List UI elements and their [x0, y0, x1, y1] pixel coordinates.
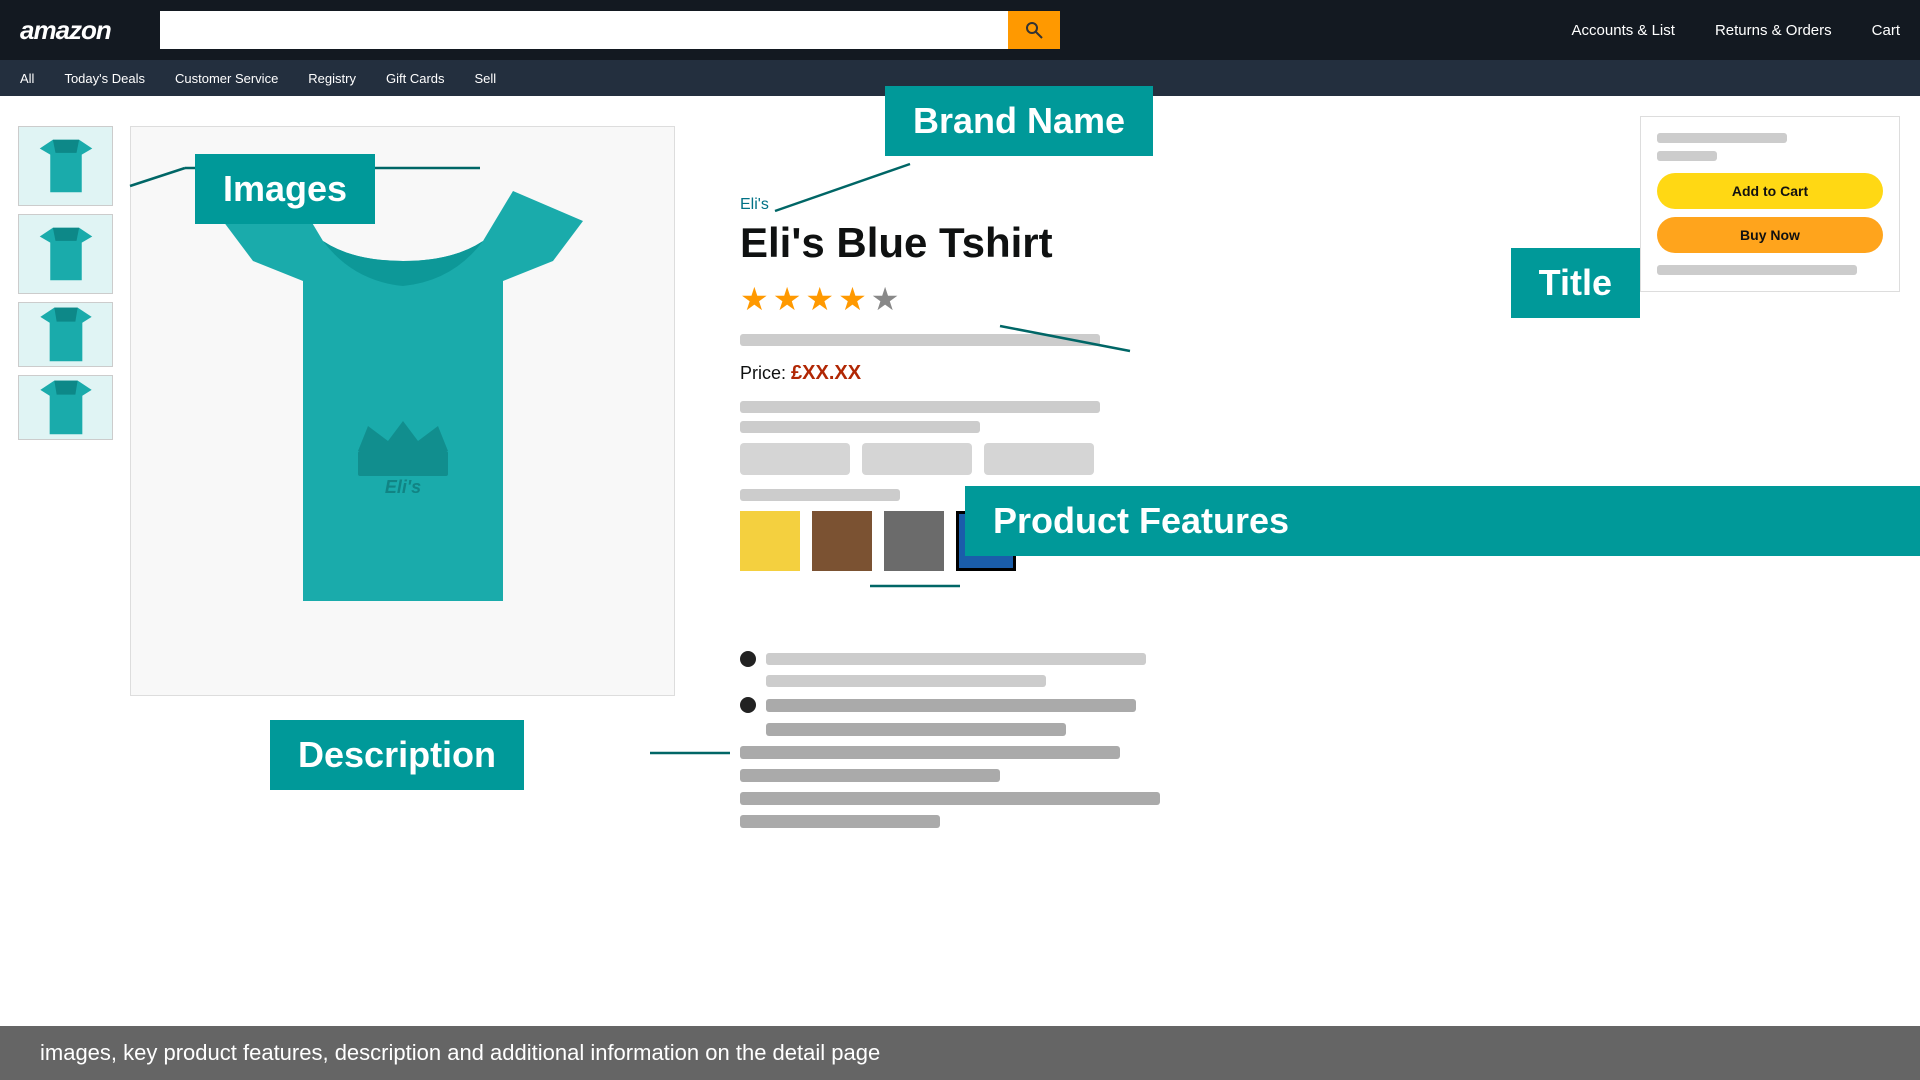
- cart-bar-3: [1657, 265, 1857, 275]
- star-4: ★: [838, 280, 867, 318]
- desc-bar-2: [766, 723, 1066, 736]
- images-label: Images: [195, 154, 375, 224]
- star-1: ★: [740, 280, 769, 318]
- desc-bar-3: [740, 746, 1120, 759]
- product-features-annotation: Product Features: [965, 486, 1920, 556]
- subnav-registry[interactable]: Registry: [308, 71, 356, 86]
- thumbnail-3[interactable]: [18, 302, 113, 367]
- cart-bar-2: [1657, 151, 1717, 161]
- subnav-sell[interactable]: Sell: [475, 71, 497, 86]
- caption-bar: images, key product features, descriptio…: [0, 1026, 1920, 1080]
- feature-bar-1: [766, 653, 1146, 665]
- tshirt-svg: Eli's: [193, 181, 613, 641]
- desc-bar-5: [740, 792, 1160, 805]
- buy-now-button[interactable]: Buy Now: [1657, 217, 1883, 253]
- feature-bar-2: [766, 675, 1046, 687]
- price-label: Price:: [740, 363, 786, 383]
- star-3: ★: [805, 280, 834, 318]
- feature-lines: [740, 651, 1890, 687]
- search-button[interactable]: [1008, 11, 1060, 49]
- header-nav: Accounts & List Returns & Orders Cart: [1572, 22, 1900, 39]
- desc-bar-6: [740, 815, 940, 828]
- accounts-list-nav[interactable]: Accounts & List: [1572, 22, 1675, 39]
- cart-box: Add to Cart Buy Now: [1640, 116, 1900, 292]
- title-annotation: Title: [1511, 248, 1640, 318]
- svg-text:Eli's: Eli's: [384, 477, 420, 497]
- search-input[interactable]: [160, 11, 1008, 49]
- caption-text: images, key product features, descriptio…: [40, 1040, 880, 1065]
- thumbnail-2[interactable]: [18, 214, 113, 294]
- color-label-bar: [740, 489, 900, 501]
- subnav-all[interactable]: All: [20, 71, 34, 86]
- desc-bar-4: [740, 769, 1000, 782]
- subnav-customer-service[interactable]: Customer Service: [175, 71, 278, 86]
- size-btn-2[interactable]: [862, 443, 972, 475]
- thumbnail-4[interactable]: [18, 375, 113, 440]
- detail-bar-1: [740, 401, 1100, 413]
- add-to-cart-button[interactable]: Add to Cart: [1657, 173, 1883, 209]
- size-btn-3[interactable]: [984, 443, 1094, 475]
- description-label: Description: [270, 720, 524, 790]
- color-swatch-gray[interactable]: [884, 511, 944, 571]
- thumbnail-1[interactable]: [18, 126, 113, 206]
- subnav-deals[interactable]: Today's Deals: [64, 71, 145, 86]
- returns-orders-nav[interactable]: Returns & Orders: [1715, 22, 1832, 39]
- size-btn-1[interactable]: [740, 443, 850, 475]
- brand-name-annotation: Brand Name: [885, 86, 1153, 156]
- size-buttons: [740, 443, 1890, 475]
- description-section: [740, 697, 1890, 828]
- left-panel: Images: [0, 96, 720, 1080]
- bullet-1: [740, 651, 756, 667]
- desc-line-1: [740, 697, 1890, 713]
- color-swatch-brown[interactable]: [812, 511, 872, 571]
- right-panel: Brand Name Eli's Eli's Blue Tshirt ★ ★ ★…: [720, 96, 1920, 1080]
- divider-bar-1: [740, 334, 1100, 346]
- cart-nav[interactable]: Cart: [1872, 22, 1900, 39]
- price-row: Price: £XX.XX: [740, 362, 1890, 385]
- main-content: Images: [0, 96, 1920, 1080]
- detail-bar-2: [740, 421, 980, 433]
- bullet-2: [740, 697, 756, 713]
- color-swatch-yellow[interactable]: [740, 511, 800, 571]
- star-5: ★: [871, 280, 900, 318]
- price-value: £XX.XX: [791, 362, 861, 384]
- feature-line-2: [740, 675, 1890, 687]
- cart-bar-1: [1657, 133, 1787, 143]
- search-bar: [160, 11, 1060, 49]
- star-2: ★: [773, 280, 802, 318]
- feature-line-1: [740, 651, 1890, 667]
- subnav-gift-cards[interactable]: Gift Cards: [386, 71, 445, 86]
- amazon-logo: amazon: [20, 15, 140, 46]
- thumbnail-list: [18, 126, 113, 440]
- desc-bar-1: [766, 699, 1136, 712]
- header: amazon Accounts & List Returns & Orders …: [0, 0, 1920, 60]
